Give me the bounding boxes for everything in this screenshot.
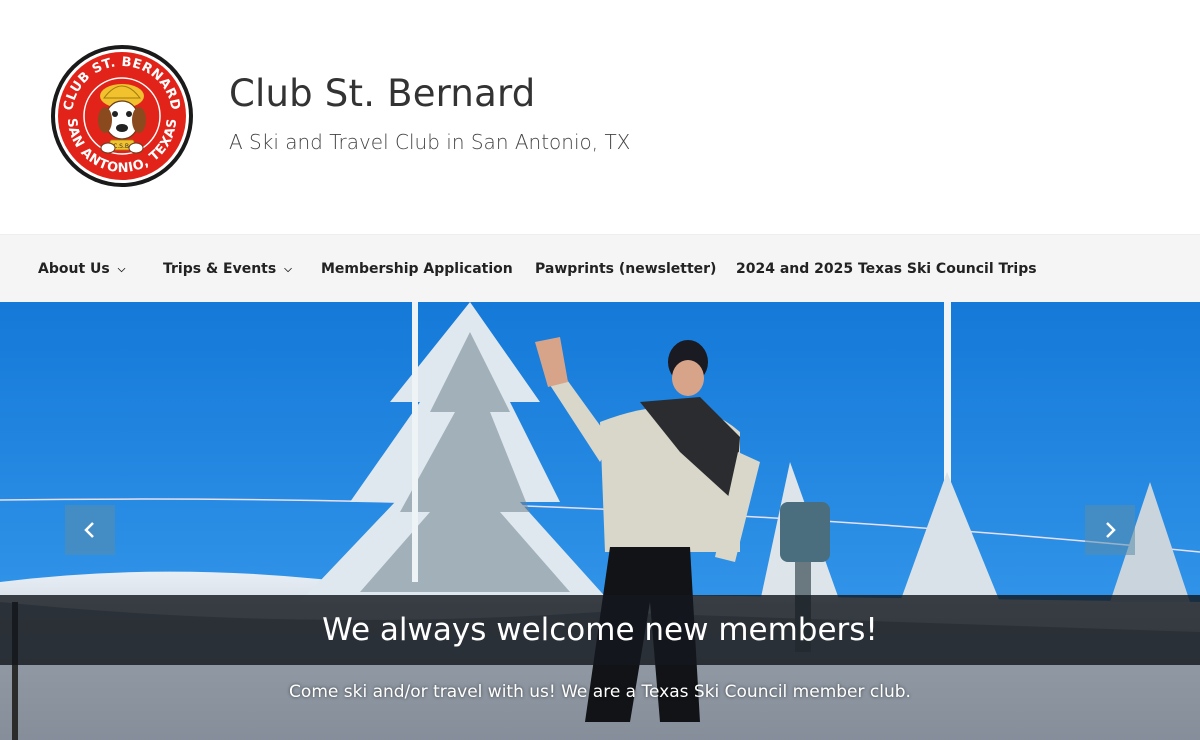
slide-caption-text: Come ski and/or travel with us! We are a… <box>289 682 911 702</box>
nav-label: Pawprints (newsletter) <box>535 261 717 277</box>
hero-slider: We always welcome new members! Come ski … <box>0 302 1200 740</box>
main-navigation: About Us ⌵ Trips & Events ⌵ Membership App… <box>0 234 1200 303</box>
nav-label: Membership Application <box>321 261 513 277</box>
club-logo[interactable]: CLUB ST. BERNARD SAN ANTONIO, TEXAS C.S.… <box>50 44 194 188</box>
site-header: CLUB ST. BERNARD SAN ANTONIO, TEXAS C.S.… <box>0 0 1200 234</box>
nav-item-trips-events[interactable]: Trips & Events ⌵ <box>163 235 292 303</box>
svg-text:C.S.B.: C.S.B. <box>113 143 131 150</box>
slider-prev-button[interactable] <box>65 505 115 555</box>
nav-label: 2024 and 2025 Texas Ski Council Trips <box>736 261 1037 277</box>
chevron-right-icon <box>1106 522 1116 538</box>
nav-item-membership-application[interactable]: Membership Application <box>321 235 513 303</box>
nav-item-texas-ski-council-trips[interactable]: 2024 and 2025 Texas Ski Council Trips <box>736 235 1037 303</box>
nav-label: Trips & Events <box>163 261 277 277</box>
nav-label: About Us <box>38 261 110 277</box>
nav-item-pawprints[interactable]: Pawprints (newsletter) <box>535 235 716 303</box>
nav-item-about-us[interactable]: About Us ⌵ <box>38 235 125 303</box>
slide-caption-title: We always welcome new members! <box>322 612 878 648</box>
site-title[interactable]: Club St. Bernard <box>229 72 535 115</box>
chevron-down-icon: ⌵ <box>284 264 292 275</box>
chevron-left-icon <box>84 522 94 538</box>
slide-image <box>0 302 1200 740</box>
site-tagline: A Ski and Travel Club in San Antonio, TX <box>229 130 631 154</box>
chevron-down-icon: ⌵ <box>117 264 126 275</box>
slider-next-button[interactable] <box>1085 505 1135 555</box>
